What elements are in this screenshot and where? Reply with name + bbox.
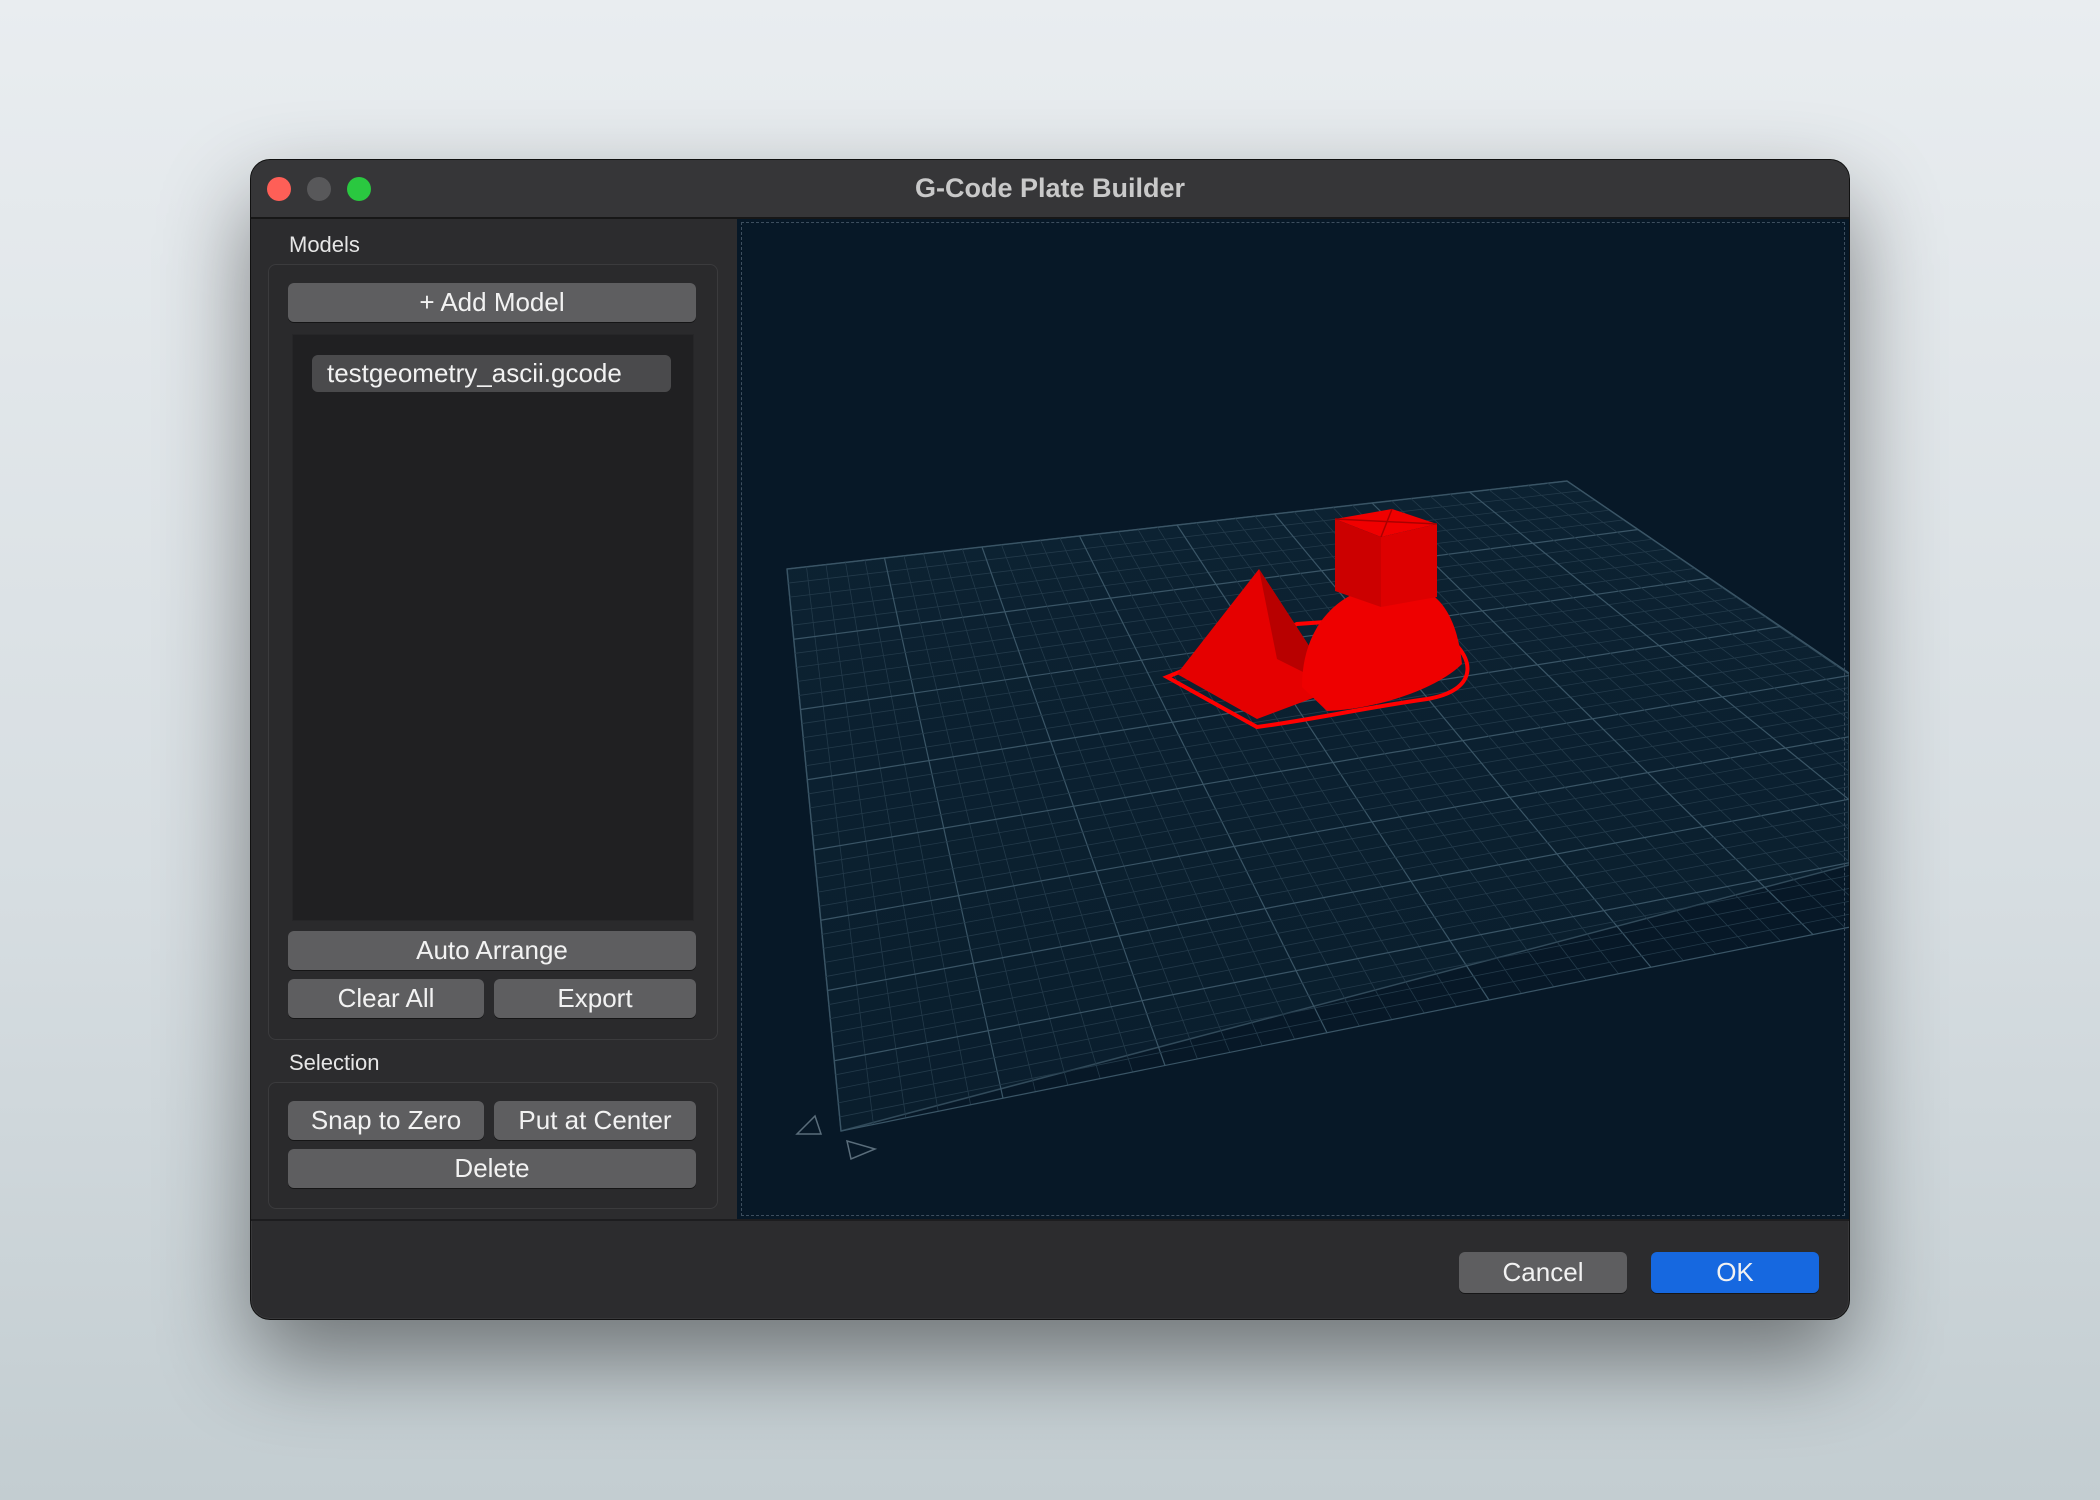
clear-all-button[interactable]: Clear All [288, 979, 484, 1018]
put-at-center-button[interactable]: Put at Center [494, 1101, 696, 1140]
title-bar[interactable]: G-Code Plate Builder [251, 160, 1849, 219]
models-group: + Add Model testgeometry_ascii.gcode Aut… [268, 264, 718, 1040]
selection-group: Snap to Zero Put at Center Delete [268, 1082, 718, 1209]
dialog-window: G-Code Plate Builder Models + Add Model … [250, 159, 1850, 1320]
auto-arrange-button[interactable]: Auto Arrange [288, 931, 696, 970]
cancel-button[interactable]: Cancel [1459, 1252, 1627, 1293]
export-button[interactable]: Export [494, 979, 696, 1018]
models-group-label: Models [289, 232, 360, 257]
3d-viewport[interactable] [737, 219, 1849, 1219]
sidebar-panel: Models + Add Model testgeometry_ascii.gc… [251, 219, 735, 1219]
delete-button[interactable]: Delete [288, 1149, 696, 1188]
snap-to-zero-button[interactable]: Snap to Zero [288, 1101, 484, 1140]
axis-triangle-right [845, 1139, 878, 1161]
cube-right [1381, 524, 1437, 607]
window-title: G-Code Plate Builder [914, 173, 1186, 203]
axis-triangle-left [795, 1114, 823, 1135]
model-list[interactable]: testgeometry_ascii.gcode [292, 334, 694, 921]
ok-button[interactable]: OK [1651, 1252, 1819, 1293]
list-item[interactable]: testgeometry_ascii.gcode [312, 355, 671, 392]
plate-scene[interactable] [737, 219, 1849, 1219]
footer-divider [251, 1219, 1849, 1221]
add-model-button[interactable]: + Add Model [288, 283, 696, 322]
selection-group-label: Selection [289, 1050, 380, 1075]
